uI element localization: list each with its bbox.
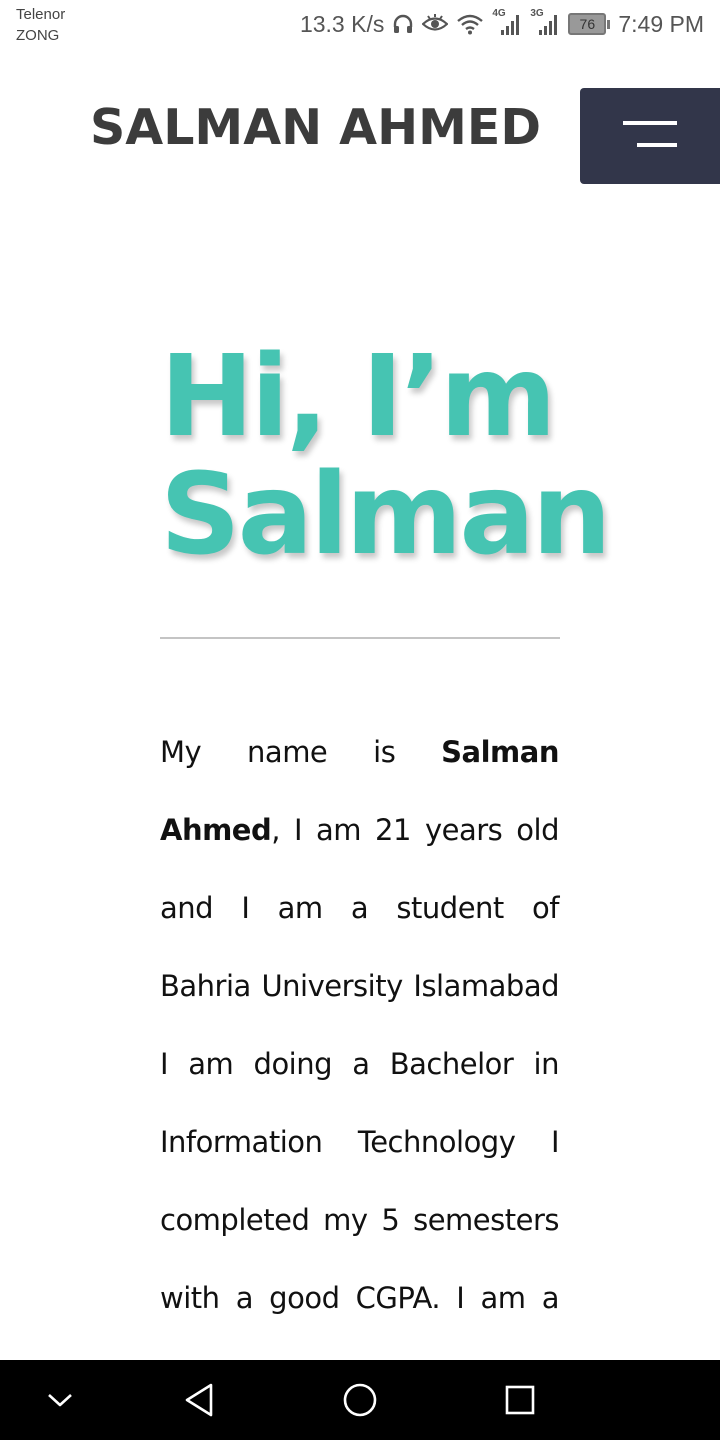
intro-prefix: My name is [160,735,442,769]
menu-button[interactable] [580,88,720,184]
signal-4g-icon: 4G [492,8,522,36]
carrier-info: Telenor ZONG [16,4,65,46]
headphones-icon [392,13,414,35]
status-bar: Telenor ZONG 13.3 K/s 4G 3G 76 7:49 PM [0,0,720,52]
collapse-icon[interactable] [40,1380,80,1420]
eye-comfort-icon [422,13,449,35]
carrier-primary: Telenor [16,6,66,23]
carrier-secondary: ZONG [16,27,60,44]
signal-3g-icon: 3G [530,8,560,36]
hero-line-1: Hi, I’m [160,332,557,462]
hamburger-menu-icon [623,121,677,125]
navigation-bar [0,1360,720,1440]
network-speed: 13.3 K/s [299,10,385,37]
hero-line-2: Salman [160,450,612,580]
clock: 7:49 PM [618,10,704,37]
battery-level: 76 [568,13,607,35]
hero-heading: Hi, I’m Salman [160,338,700,574]
battery-icon: 76 [568,13,611,35]
status-icons: 13.3 K/s 4G 3G 76 7:49 PM [300,8,704,40]
divider [160,637,560,639]
intro-text: , I am 21 years old and I am a student o… [160,813,560,1393]
intro-paragraph: My name is Salman Ahmed, I am 21 years o… [160,713,560,1415]
home-icon[interactable] [340,1380,380,1420]
back-icon[interactable] [180,1380,220,1420]
wifi-icon [456,13,484,35]
site-title[interactable]: SALMAN AHMED [90,96,541,160]
recents-icon[interactable] [500,1380,540,1420]
